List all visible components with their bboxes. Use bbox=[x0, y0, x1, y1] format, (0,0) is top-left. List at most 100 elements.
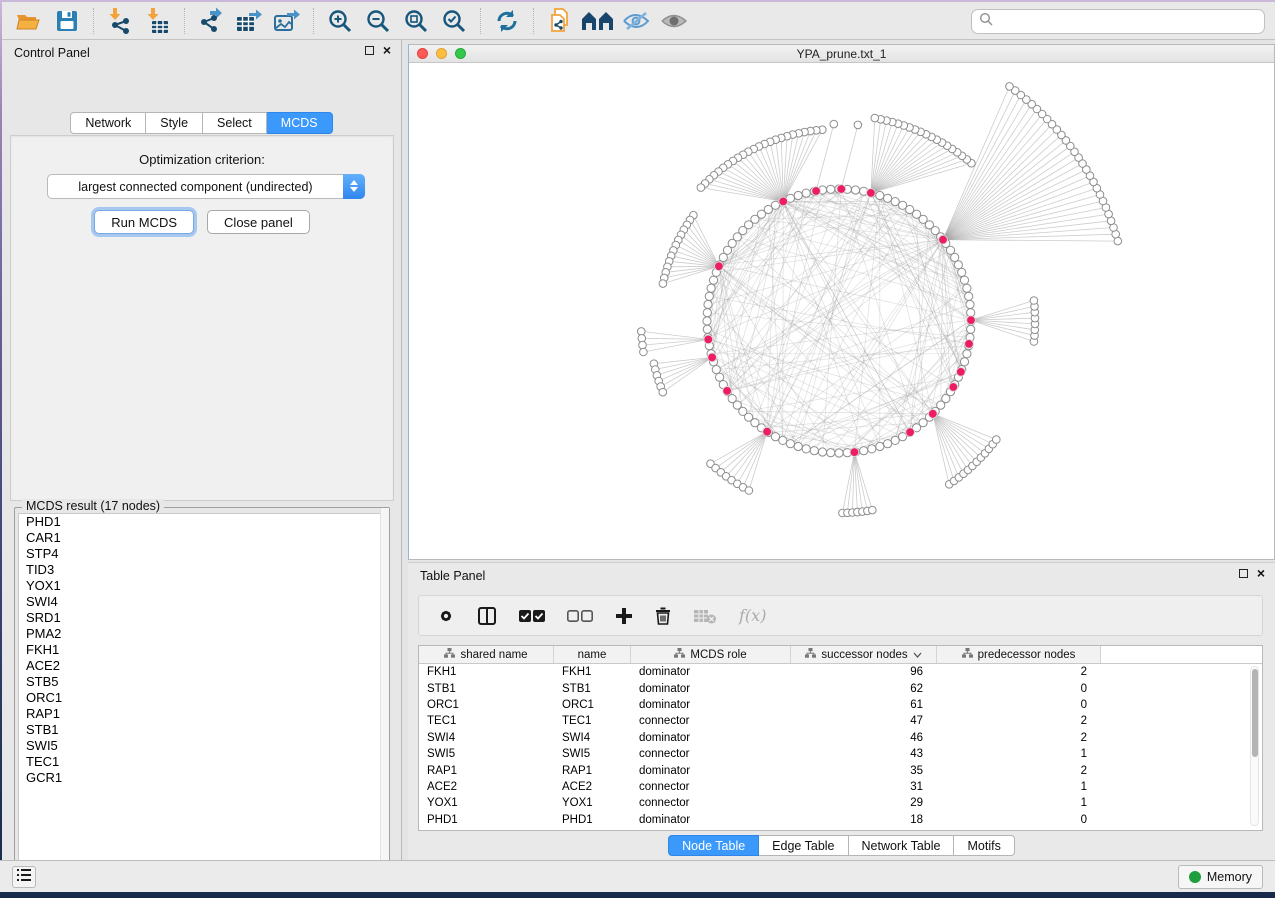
table-scrollbar[interactable] bbox=[1250, 666, 1259, 826]
optimization-criterion-label: Optimization criterion: bbox=[11, 152, 393, 167]
deselect-all-icon[interactable] bbox=[567, 609, 593, 623]
cell-shared_name: STB1 bbox=[419, 680, 554, 696]
clone-network-button[interactable] bbox=[541, 5, 579, 37]
hide-selected-button[interactable] bbox=[617, 5, 655, 37]
column-header-predecessor-nodes[interactable]: predecessor nodes bbox=[937, 646, 1101, 663]
table-body: FKH1FKH1dominator962STB1STB1dominator620… bbox=[419, 664, 1262, 828]
mcds-result-item[interactable]: CAR1 bbox=[19, 530, 385, 546]
mcds-result-item[interactable]: TEC1 bbox=[19, 754, 385, 770]
select-all-icon[interactable] bbox=[519, 609, 545, 623]
tab-style[interactable]: Style bbox=[146, 112, 203, 134]
settings-gear-icon[interactable] bbox=[437, 607, 455, 625]
export-table-icon bbox=[235, 7, 263, 35]
network-graph[interactable] bbox=[409, 63, 1275, 561]
mcds-result-item[interactable]: ORC1 bbox=[19, 690, 385, 706]
search-input[interactable] bbox=[971, 9, 1265, 34]
delete-table-icon bbox=[693, 608, 717, 624]
table-row[interactable]: ORC1ORC1dominator610 bbox=[419, 697, 1262, 713]
import-network-button[interactable] bbox=[101, 5, 139, 37]
close-panel-button[interactable]: Close panel bbox=[207, 210, 310, 234]
export-network-button[interactable] bbox=[192, 5, 230, 37]
table-row[interactable]: STB1STB1dominator620 bbox=[419, 680, 1262, 696]
float-table-panel-icon[interactable] bbox=[1239, 569, 1248, 578]
show-column-icon[interactable] bbox=[477, 606, 497, 626]
table-row[interactable]: YOX1YOX1connector291 bbox=[419, 795, 1262, 811]
scrollbar-thumb[interactable] bbox=[1252, 669, 1259, 757]
run-mcds-button[interactable]: Run MCDS bbox=[94, 210, 194, 234]
mcds-result-item[interactable]: STB1 bbox=[19, 722, 385, 738]
column-header-name[interactable]: name bbox=[554, 646, 631, 663]
float-panel-icon[interactable] bbox=[365, 46, 374, 55]
mcds-result-item[interactable]: STB5 bbox=[19, 674, 385, 690]
table-row[interactable]: FKH1FKH1dominator962 bbox=[419, 664, 1262, 680]
table-row[interactable]: SWI4SWI4dominator462 bbox=[419, 730, 1262, 746]
export-table-button[interactable] bbox=[230, 5, 268, 37]
cell-name: ACE2 bbox=[554, 779, 631, 795]
tab-network-table[interactable]: Network Table bbox=[849, 835, 955, 856]
first-neighbors-button[interactable] bbox=[579, 5, 617, 37]
tab-motifs[interactable]: Motifs bbox=[954, 835, 1014, 856]
network-view-window: YPA_prune.txt_1 bbox=[408, 44, 1275, 560]
mcds-result-item[interactable]: SRD1 bbox=[19, 610, 385, 626]
mcds-result-item[interactable]: STP4 bbox=[19, 546, 385, 562]
toolbar-separator bbox=[93, 8, 94, 34]
mcds-result-item[interactable]: ACE2 bbox=[19, 658, 385, 674]
cell-shared_name: SWI4 bbox=[419, 730, 554, 746]
cell-predecessor_nodes: 1 bbox=[937, 746, 1101, 762]
mcds-result-item[interactable]: PMA2 bbox=[19, 626, 385, 642]
show-all-icon bbox=[659, 10, 689, 32]
table-row[interactable]: ACE2ACE2connector311 bbox=[419, 779, 1262, 795]
table-row[interactable]: TEC1TEC1connector472 bbox=[419, 713, 1262, 729]
mcds-result-item[interactable]: TID3 bbox=[19, 562, 385, 578]
zoom-selected-button[interactable] bbox=[435, 5, 473, 37]
zoom-fit-button[interactable] bbox=[397, 5, 435, 37]
import-table-button[interactable] bbox=[139, 5, 177, 37]
mcds-result-list[interactable]: PHD1CAR1STP4TID3YOX1SWI4SRD1PMA2FKH1ACE2… bbox=[18, 513, 386, 874]
refresh-button[interactable] bbox=[488, 5, 526, 37]
mcds-result-item[interactable]: SWI5 bbox=[19, 738, 385, 754]
table-panel: Table Panel × f(x) shared namenameMCDS r… bbox=[408, 562, 1275, 860]
cell-mcds_role: connector bbox=[631, 779, 791, 795]
memory-button[interactable]: Memory bbox=[1178, 865, 1263, 889]
export-image-button[interactable] bbox=[268, 5, 306, 37]
memory-status-icon bbox=[1189, 871, 1201, 883]
tab-network[interactable]: Network bbox=[70, 112, 146, 134]
tab-node-table[interactable]: Node Table bbox=[668, 835, 759, 856]
save-button[interactable] bbox=[48, 5, 86, 37]
tasks-menu-button[interactable] bbox=[12, 866, 36, 888]
selected-option: largest connected component (undirected) bbox=[48, 180, 343, 194]
mcds-result-item[interactable]: RAP1 bbox=[19, 706, 385, 722]
header-filler bbox=[1101, 646, 1262, 663]
mcds-list-scrollbar[interactable] bbox=[380, 508, 389, 877]
add-row-icon[interactable] bbox=[615, 607, 633, 625]
mcds-result-group: MCDS result (17 nodes) PHD1CAR1STP4TID3Y… bbox=[14, 507, 390, 878]
optimization-criterion-select[interactable]: largest connected component (undirected) bbox=[47, 174, 365, 199]
mcds-result-item[interactable]: GCR1 bbox=[19, 770, 385, 786]
zoom-in-button[interactable] bbox=[321, 5, 359, 37]
table-row[interactable]: RAP1RAP1dominator352 bbox=[419, 762, 1262, 778]
tab-mcds[interactable]: MCDS bbox=[267, 112, 333, 134]
memory-label: Memory bbox=[1207, 870, 1252, 884]
import-table-icon bbox=[145, 7, 171, 35]
mcds-result-item[interactable]: FKH1 bbox=[19, 642, 385, 658]
open-file-button[interactable] bbox=[10, 5, 48, 37]
control-panel-title: Control Panel bbox=[14, 46, 90, 60]
mcds-result-item[interactable]: PHD1 bbox=[19, 514, 385, 530]
tab-edge-table[interactable]: Edge Table bbox=[759, 835, 848, 856]
cell-mcds_role: dominator bbox=[631, 680, 791, 696]
table-row[interactable]: SWI5SWI5connector431 bbox=[419, 746, 1262, 762]
show-all-button[interactable] bbox=[655, 5, 693, 37]
close-table-panel-icon[interactable]: × bbox=[1257, 568, 1265, 578]
tab-select[interactable]: Select bbox=[203, 112, 267, 134]
close-panel-icon[interactable]: × bbox=[383, 45, 391, 55]
network-canvas[interactable] bbox=[409, 63, 1274, 559]
table-row[interactable]: PHD1PHD1dominator180 bbox=[419, 812, 1262, 828]
network-window-titlebar[interactable]: YPA_prune.txt_1 bbox=[409, 45, 1274, 63]
delete-row-icon[interactable] bbox=[655, 606, 671, 625]
zoom-out-button[interactable] bbox=[359, 5, 397, 37]
column-header-shared-name[interactable]: shared name bbox=[419, 646, 554, 663]
column-header-MCDS-role[interactable]: MCDS role bbox=[631, 646, 791, 663]
mcds-result-item[interactable]: YOX1 bbox=[19, 578, 385, 594]
mcds-result-item[interactable]: SWI4 bbox=[19, 594, 385, 610]
column-header-successor-nodes[interactable]: successor nodes bbox=[791, 646, 937, 663]
